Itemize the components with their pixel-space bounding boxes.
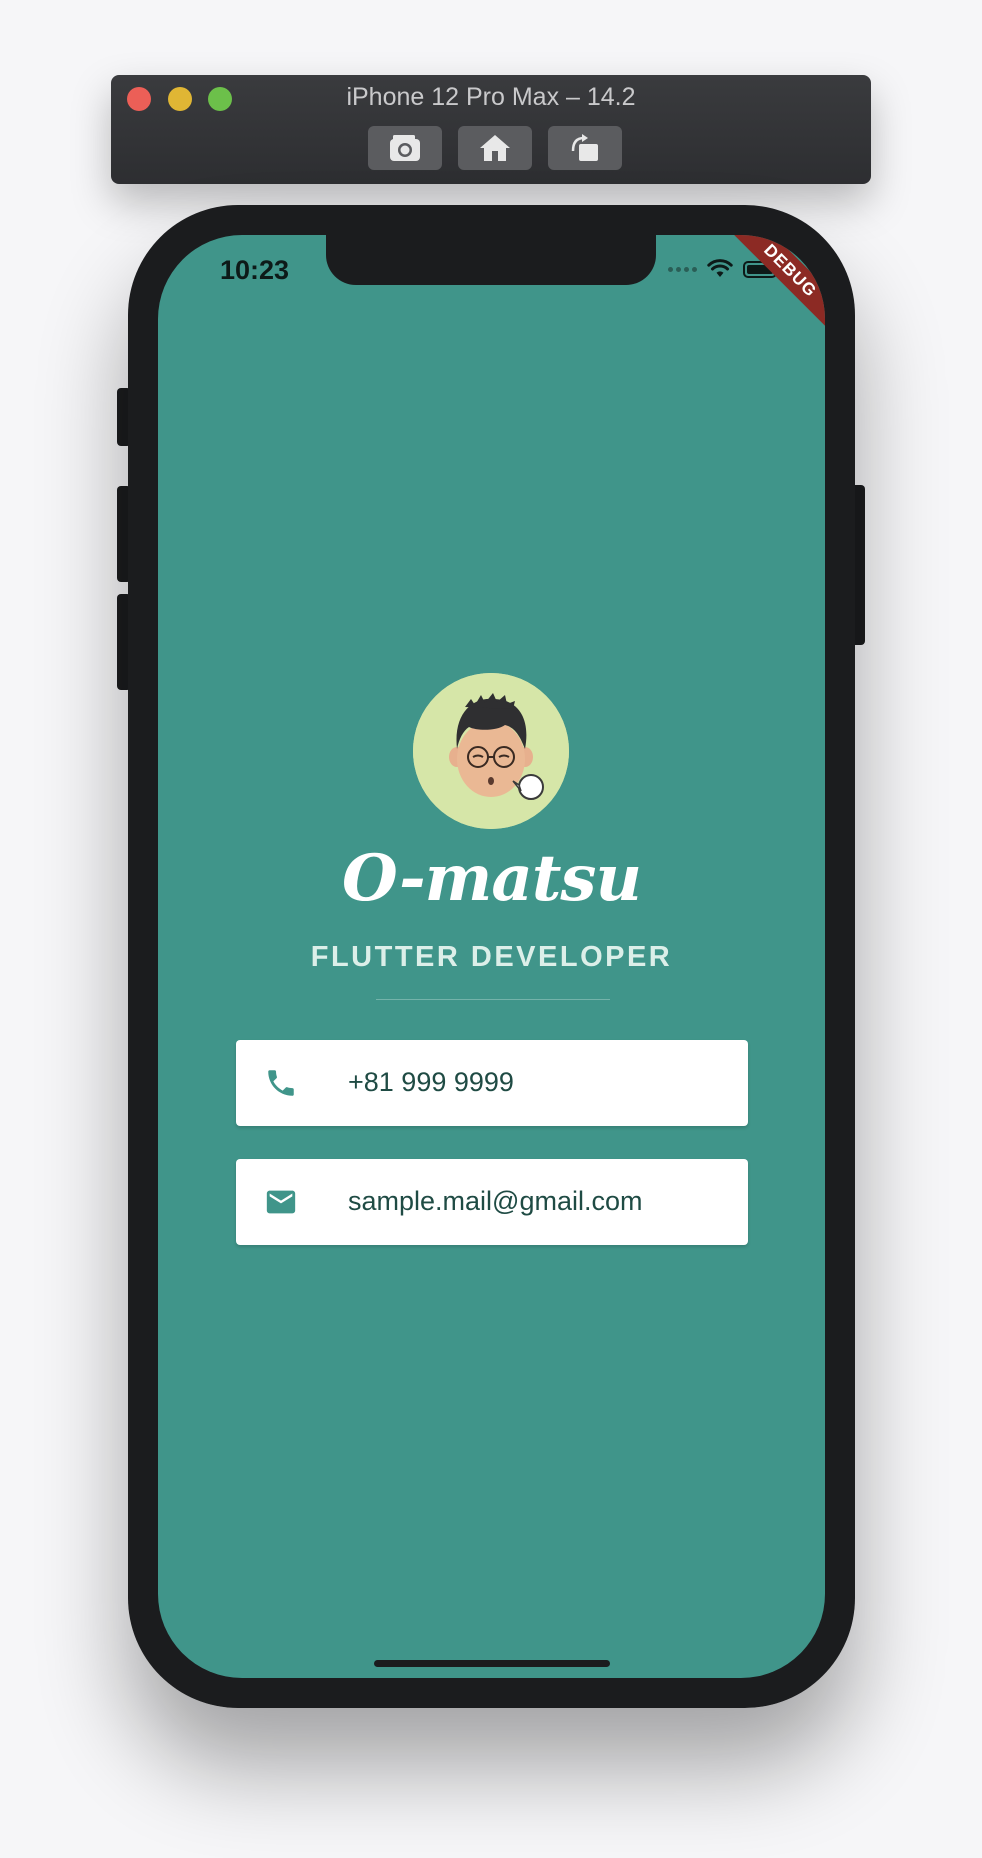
home-indicator[interactable] [374, 1660, 610, 1667]
home-icon [480, 135, 510, 161]
avatar [413, 673, 569, 829]
cellular-signal-icon [668, 266, 697, 272]
phone-number: +81 999 9999 [348, 1067, 514, 1097]
screenshot-button[interactable] [368, 126, 442, 170]
phone-icon [268, 1070, 294, 1096]
phone-card[interactable]: +81 999 9999 [236, 1040, 748, 1126]
simulator-title: iPhone 12 Pro Max – 14.2 [346, 83, 636, 111]
simulator-toolbar: iPhone 12 Pro Max – 14.2 [111, 75, 871, 184]
mail-icon [266, 1190, 296, 1214]
rotate-icon [571, 134, 598, 161]
screenshot-camera-icon [390, 135, 420, 161]
profile-name: O-matsu [342, 841, 642, 916]
notch [326, 235, 656, 285]
profile-role: FLUTTER DEVELOPER [310, 941, 673, 973]
email-card[interactable]: sample.mail@gmail.com [236, 1159, 748, 1245]
email-address: sample.mail@gmail.com [348, 1186, 643, 1216]
avatar-illustration [413, 673, 569, 829]
wifi-icon [707, 259, 733, 277]
divider [376, 999, 610, 1000]
status-time: 10:23 [220, 255, 290, 285]
home-button[interactable] [458, 126, 532, 170]
rotate-button[interactable] [548, 126, 622, 170]
simulator-stage: iPhone 12 Pro Max – 14.2 10:23 DEBUG O-m… [0, 0, 982, 1858]
app-screen: 10:23 DEBUG O-matsu FLUTTER DEVELOPER +8… [158, 235, 825, 1678]
